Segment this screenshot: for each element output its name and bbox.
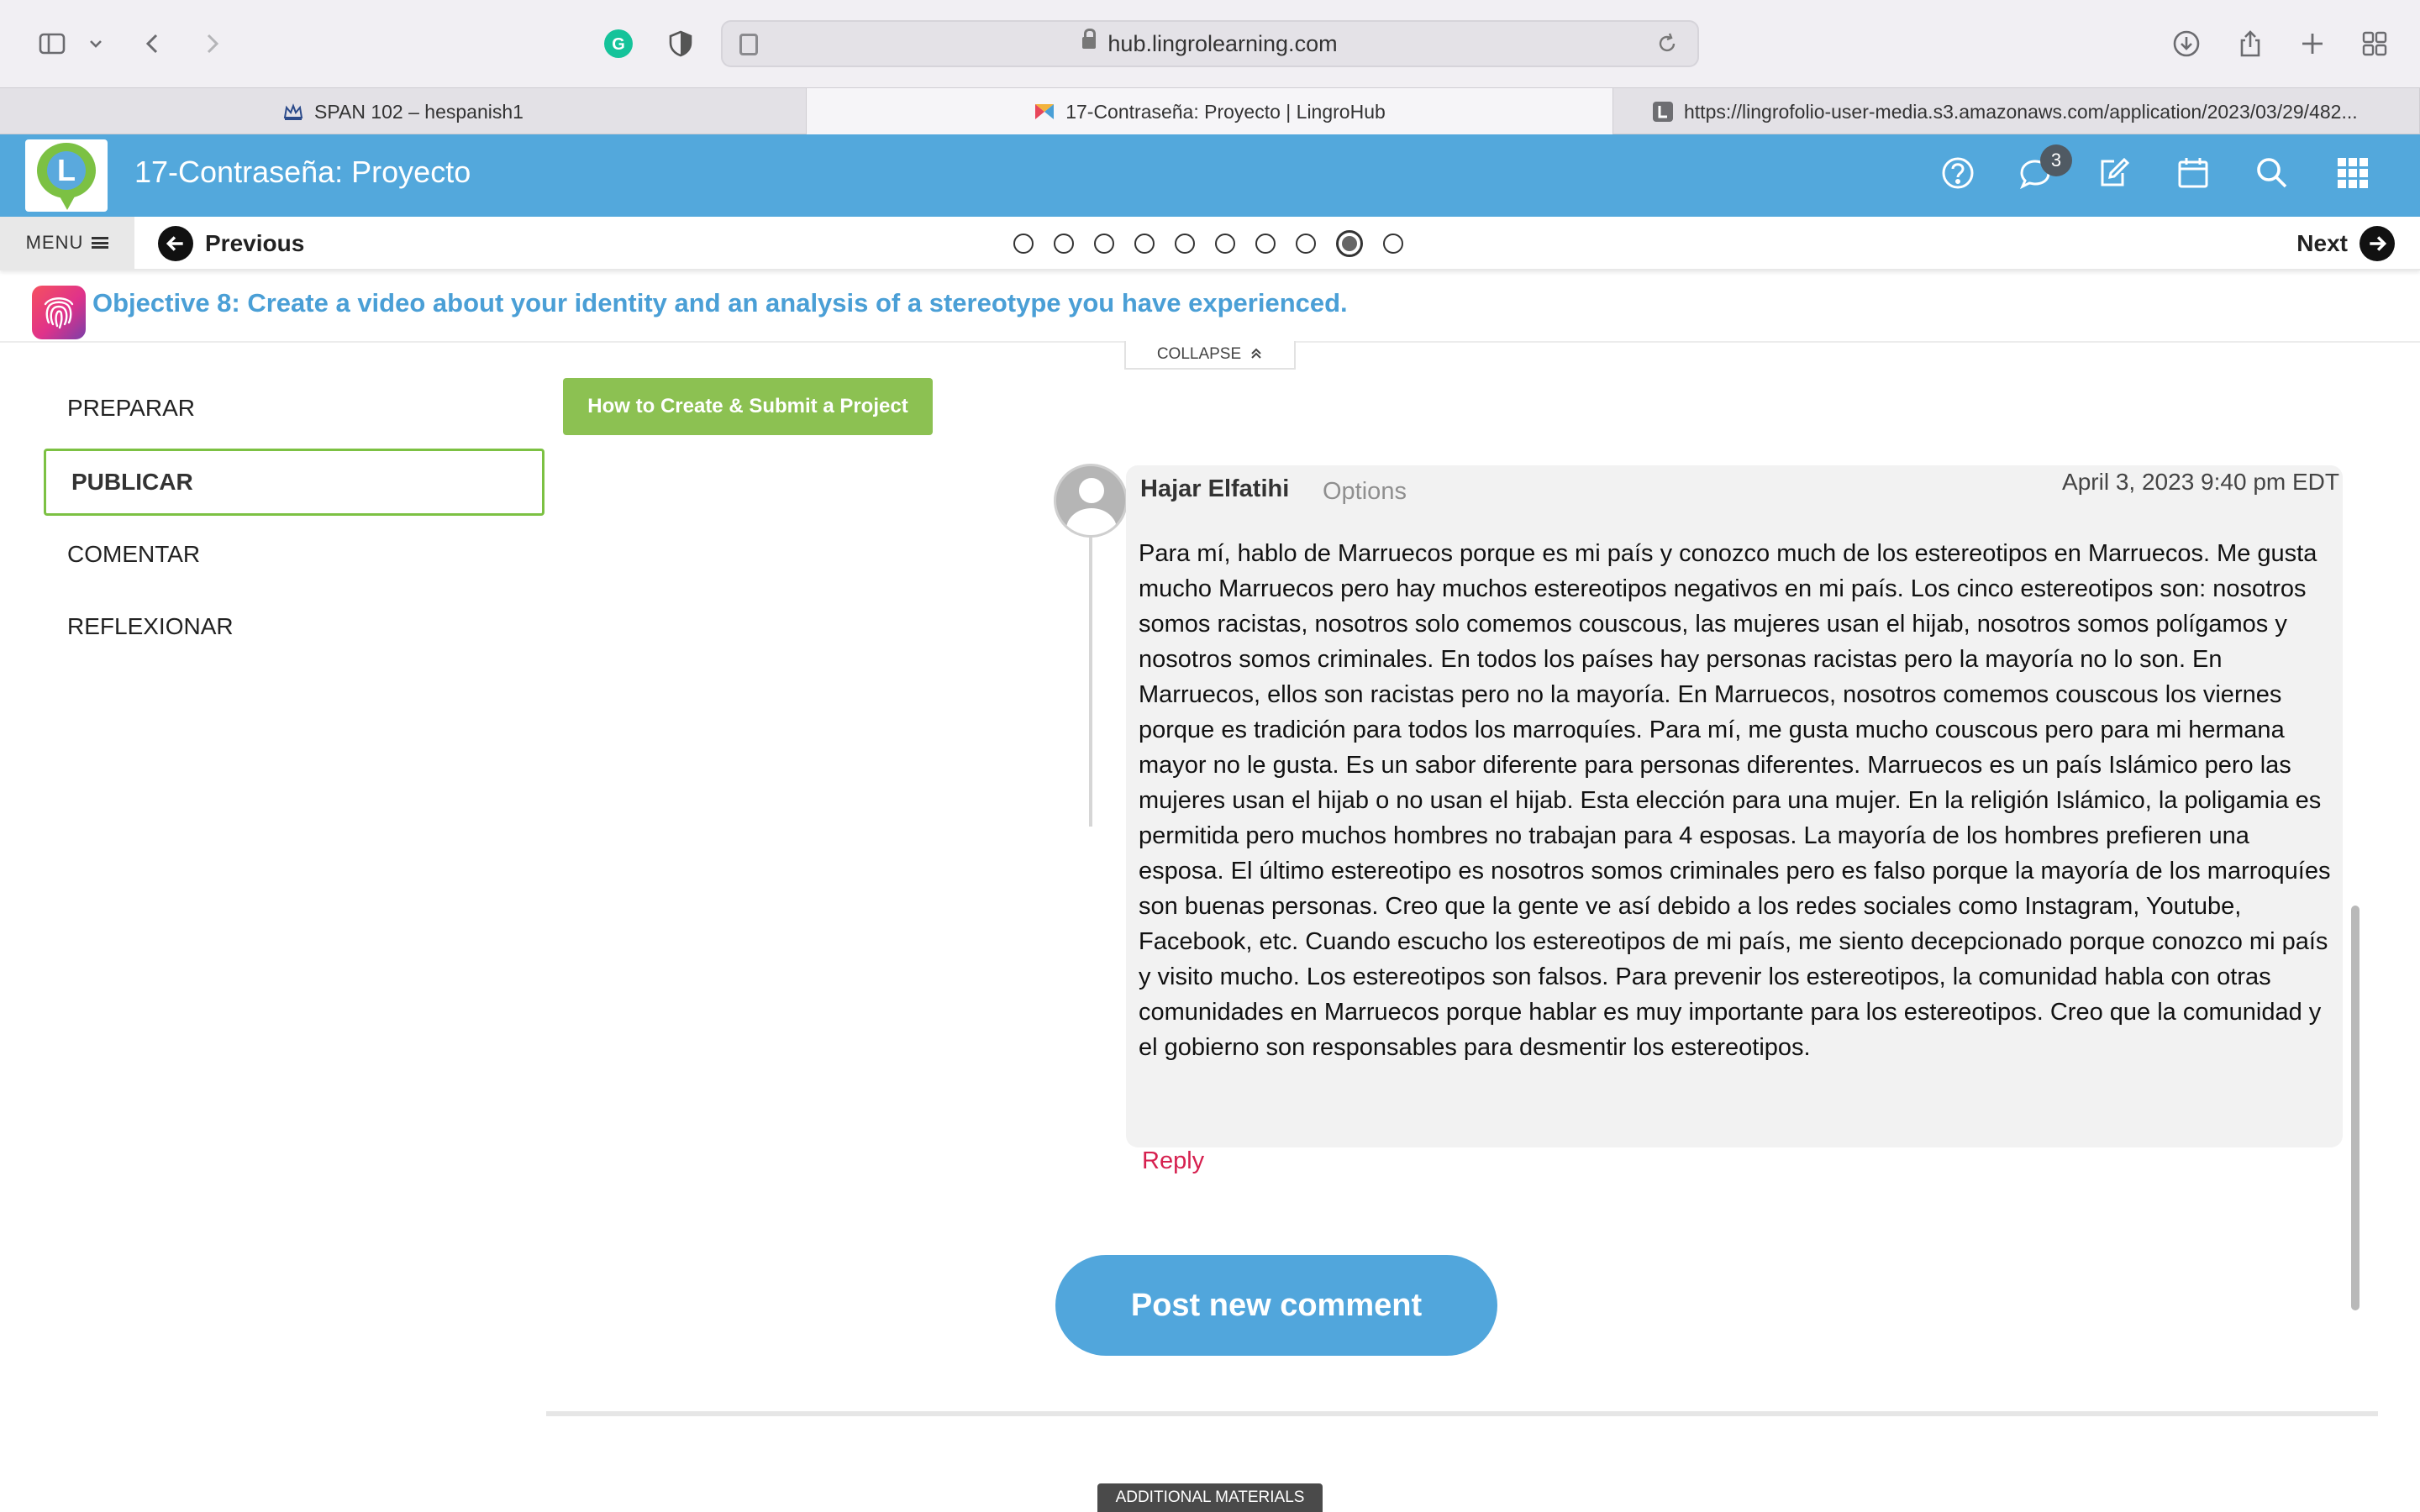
edit-icon[interactable] xyxy=(2096,155,2136,195)
reply-link[interactable]: Reply xyxy=(1142,1147,1204,1175)
grammarly-icon[interactable]: G xyxy=(598,24,639,64)
page-title: 17-Contraseña: Proyecto xyxy=(134,155,471,189)
menu-label: MENU xyxy=(25,232,84,253)
previous-label: Previous xyxy=(205,230,305,256)
sidebar-item-publicar[interactable]: PUBLICAR xyxy=(44,449,544,516)
tab-overview-icon[interactable] xyxy=(2354,24,2395,64)
sidebar-item-label: COMENTAR xyxy=(67,541,201,567)
lingro-logo[interactable]: L xyxy=(25,139,108,212)
address-bar[interactable]: hub.lingrolearning.com xyxy=(721,20,1699,67)
post-new-comment-button[interactable]: Post new comment xyxy=(1055,1255,1497,1356)
sidebar-item-label: REFLEXIONAR xyxy=(67,613,234,639)
tab-span-102[interactable]: SPAN 102 – hespanish1 xyxy=(0,88,807,135)
apps-grid-icon[interactable] xyxy=(2334,155,2375,195)
step-dot[interactable] xyxy=(1215,234,1235,254)
download-icon[interactable] xyxy=(2166,24,2207,64)
sidebar-item-label: PREPARAR xyxy=(67,395,195,421)
tab-s3-media[interactable]: https://lingrofolio-user-media.s3.amazon… xyxy=(1613,88,2420,135)
arrow-right-icon xyxy=(2360,226,2395,261)
scrollbar[interactable] xyxy=(2351,906,2360,1310)
comment-author[interactable]: Hajar Elfatihi xyxy=(1140,475,1289,503)
next-label: Next xyxy=(2296,230,2348,256)
sidebar-item-reflexionar[interactable]: REFLEXIONAR xyxy=(44,593,544,660)
browser-toolbar: G hub.lingrolearning.com xyxy=(0,0,2420,87)
reader-icon[interactable] xyxy=(739,34,758,55)
share-icon[interactable] xyxy=(2230,24,2270,64)
step-dot[interactable] xyxy=(1255,234,1276,254)
thread-line xyxy=(1089,538,1092,827)
previous-button[interactable]: Previous xyxy=(158,225,304,262)
messages-badge: 3 xyxy=(2040,144,2072,176)
hamburger-icon xyxy=(92,237,109,249)
tab-contrasena-proyecto[interactable]: 17-Contraseña: Proyecto | LingroHub xyxy=(807,88,1613,135)
step-dot[interactable] xyxy=(1094,234,1114,254)
help-icon[interactable] xyxy=(1939,155,1980,195)
chevron-down-icon[interactable] xyxy=(79,24,113,64)
lingrohub-favicon-icon xyxy=(1035,104,1055,119)
logo-letter: L xyxy=(47,151,86,190)
comment-date: April 3, 2023 9:40 pm EDT xyxy=(2062,469,2339,495)
step-dot[interactable] xyxy=(1175,234,1195,254)
back-icon[interactable] xyxy=(133,24,173,64)
comment-options-link[interactable]: Options xyxy=(1323,478,1407,506)
avatar-head xyxy=(1079,478,1104,503)
forward-icon[interactable] xyxy=(192,24,232,64)
fingerprint-icon xyxy=(32,286,86,339)
menu-button[interactable]: MENU xyxy=(0,217,134,269)
calendar-icon[interactable] xyxy=(2175,155,2215,195)
collapse-button[interactable]: COLLAPSE xyxy=(1124,341,1296,370)
step-dot[interactable] xyxy=(1013,234,1034,254)
next-button[interactable]: Next xyxy=(2296,225,2395,262)
step-dot[interactable] xyxy=(1383,234,1403,254)
shield-icon[interactable] xyxy=(660,24,701,64)
reload-icon[interactable] xyxy=(1655,32,1679,55)
search-icon[interactable] xyxy=(2254,155,2294,195)
step-dot-current[interactable] xyxy=(1336,230,1363,257)
chevron-up-icon xyxy=(1249,346,1263,364)
additional-materials-tab[interactable]: ADDITIONAL MATERIALS xyxy=(1097,1483,1323,1512)
tab-bar: SPAN 102 – hespanish1 17-Contraseña: Pro… xyxy=(0,87,2420,135)
crown-icon xyxy=(283,103,303,120)
collapse-label: COLLAPSE xyxy=(1156,345,1242,363)
avatar[interactable] xyxy=(1054,464,1128,538)
sidebar-toggle-icon[interactable] xyxy=(32,24,72,64)
step-dot[interactable] xyxy=(1134,234,1155,254)
new-tab-icon[interactable] xyxy=(2292,24,2333,64)
objective-title: Objective 8: Create a video about your i… xyxy=(92,288,1348,318)
step-dot[interactable] xyxy=(1054,234,1074,254)
how-to-submit-button[interactable]: How to Create & Submit a Project xyxy=(563,378,933,435)
grammarly-letter: G xyxy=(612,35,625,54)
tab-label: SPAN 102 – hespanish1 xyxy=(314,100,523,123)
avatar-body xyxy=(1066,508,1117,535)
step-dots xyxy=(1013,230,1403,257)
letter-l-favicon-icon xyxy=(1653,102,1673,122)
sidebar-item-preparar[interactable]: PREPARAR xyxy=(44,375,544,442)
url-text: hub.lingrolearning.com xyxy=(1107,30,1338,56)
divider xyxy=(546,1411,2378,1416)
sidebar-item-comentar[interactable]: COMENTAR xyxy=(44,521,544,588)
tab-label: https://lingrofolio-user-media.s3.amazon… xyxy=(1684,100,2358,123)
comment-body: Para mí, hablo de Marruecos porque es mi… xyxy=(1139,540,2331,1061)
tab-label: 17-Contraseña: Proyecto | LingroHub xyxy=(1065,100,1386,123)
lock-icon xyxy=(1082,29,1097,52)
step-dot[interactable] xyxy=(1296,234,1316,254)
arrow-left-icon xyxy=(158,226,193,261)
sidebar-item-label: PUBLICAR xyxy=(71,469,193,495)
